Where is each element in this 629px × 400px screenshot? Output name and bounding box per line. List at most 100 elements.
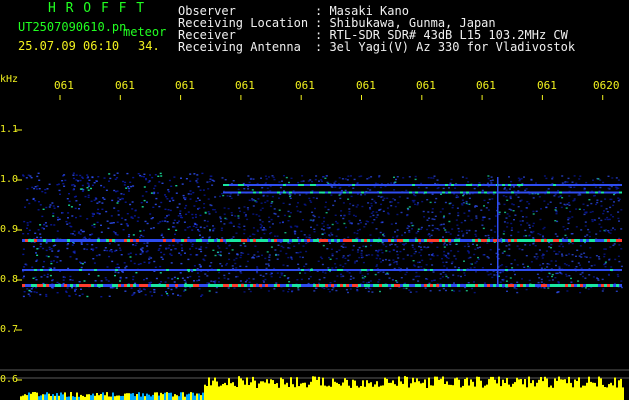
amplitude-bar xyxy=(394,384,396,400)
signal-line-segment xyxy=(466,191,469,194)
signal-line-segment xyxy=(532,269,535,271)
signal-line-segment xyxy=(457,269,460,271)
amplitude-bar xyxy=(148,394,150,400)
amplitude-bar xyxy=(302,382,304,400)
signal-line-segment xyxy=(124,269,127,271)
signal-line-segment xyxy=(403,184,406,186)
signal-line-segment xyxy=(238,284,241,287)
signal-line-segment xyxy=(607,269,610,271)
signal-line-segment xyxy=(367,269,370,271)
amplitude-bar xyxy=(550,385,552,400)
signal-line-segment xyxy=(547,184,550,186)
signal-line-segment xyxy=(580,191,583,194)
signal-line-segment xyxy=(583,269,586,271)
amplitude-bar xyxy=(482,387,484,400)
signal-line-segment xyxy=(526,269,529,271)
signal-line-segment xyxy=(259,239,262,242)
amplitude-bar xyxy=(382,385,384,400)
signal-line-segment xyxy=(265,284,268,287)
signal-line-segment xyxy=(418,269,421,271)
amplitude-bar xyxy=(282,379,284,400)
signal-line-segment xyxy=(100,269,103,271)
signal-line-segment xyxy=(349,191,352,194)
amplitude-bar xyxy=(46,392,48,400)
signal-line-segment xyxy=(613,239,616,242)
amplitude-bar xyxy=(82,395,84,400)
amplitude-bar xyxy=(258,383,260,400)
signal-line-segment xyxy=(442,269,445,271)
signal-line-segment xyxy=(43,284,46,287)
signal-line-segment xyxy=(550,191,553,194)
amplitude-bar xyxy=(228,378,230,400)
signal-line-segment xyxy=(478,239,481,242)
signal-line-segment xyxy=(505,269,508,271)
signal-line-segment xyxy=(163,269,166,271)
signal-line-segment xyxy=(235,239,238,242)
amplitude-bar xyxy=(150,396,152,400)
signal-line-segment xyxy=(307,184,310,186)
noise-layer xyxy=(22,172,623,298)
signal-line-segment xyxy=(616,239,619,242)
signal-line-segment xyxy=(448,184,451,186)
amplitude-bar xyxy=(94,395,96,400)
amplitude-bar xyxy=(542,381,544,400)
signal-line-segment xyxy=(613,184,616,186)
signal-line-segment xyxy=(364,284,367,287)
signal-line-segment xyxy=(427,191,430,194)
amplitude-bar xyxy=(384,377,386,400)
signal-line-segment xyxy=(601,191,604,194)
signal-line-segment xyxy=(397,269,400,271)
signal-line-segment xyxy=(145,284,148,287)
signal-line-segment xyxy=(340,284,343,287)
amplitude-bar xyxy=(332,378,334,400)
amplitude-bar xyxy=(398,376,400,400)
signal-line-segment xyxy=(283,239,286,242)
signal-line-segment xyxy=(388,184,391,186)
signal-line-segment xyxy=(259,269,262,271)
signal-line-segment xyxy=(88,269,91,271)
signal-line-segment xyxy=(76,284,79,287)
signal-line-segment xyxy=(82,239,85,242)
amplitude-bar xyxy=(124,393,126,400)
signal-line-segment xyxy=(478,191,481,194)
signal-line-segment xyxy=(43,239,46,242)
amplitude-bar xyxy=(596,386,598,400)
signal-line-segment xyxy=(130,284,133,287)
amplitude-bar xyxy=(110,396,112,400)
signal-line-segment xyxy=(613,191,616,194)
signal-line-segment xyxy=(571,184,574,186)
signal-line-segment xyxy=(466,239,469,242)
signal-line-segment xyxy=(136,284,139,287)
signal-line-segment xyxy=(538,191,541,194)
signal-line-segment xyxy=(484,269,487,271)
signal-line-segment xyxy=(502,284,505,287)
amplitude-bar xyxy=(530,383,532,400)
signal-line-segment xyxy=(316,269,319,271)
signal-line-segment xyxy=(274,184,277,186)
amplitude-bar xyxy=(440,378,442,400)
signal-line-segment xyxy=(379,191,382,194)
signal-line-segment xyxy=(595,284,598,287)
signal-line-segment xyxy=(244,239,247,242)
signal-line-segment xyxy=(415,191,418,194)
amplitude-bar xyxy=(156,392,158,400)
signal-line-segment xyxy=(103,269,106,271)
signal-line-segment xyxy=(304,284,307,287)
signal-line-segment xyxy=(562,239,565,242)
signal-line-segment xyxy=(475,184,478,186)
signal-line-segment xyxy=(352,239,355,242)
signal-line-segment xyxy=(241,191,244,194)
signal-line-segment xyxy=(88,284,91,287)
signal-line-segment xyxy=(154,239,157,242)
signal-line-segment xyxy=(229,269,232,271)
signal-line-segment xyxy=(346,284,349,287)
signal-line-segment xyxy=(535,269,538,271)
signal-line-segment xyxy=(295,269,298,271)
signal-line-segment xyxy=(109,284,112,287)
amplitude-bar xyxy=(300,383,302,400)
signal-line-segment xyxy=(475,269,478,271)
signal-line-segment xyxy=(46,269,49,271)
signal-line-segment xyxy=(373,239,376,242)
signal-line-segment xyxy=(325,184,328,186)
signal-line-segment xyxy=(499,184,502,186)
